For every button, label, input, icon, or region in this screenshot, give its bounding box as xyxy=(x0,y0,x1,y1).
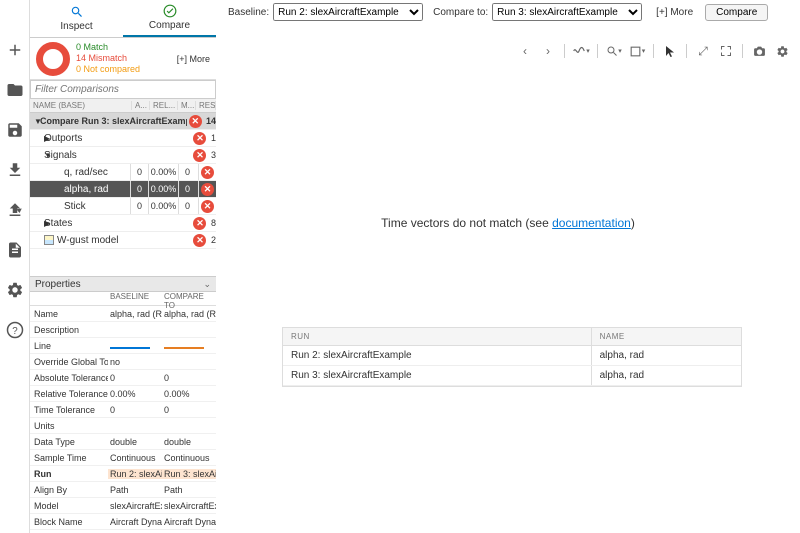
folder-icon[interactable] xyxy=(5,80,25,100)
cursor-icon[interactable] xyxy=(660,41,680,61)
tab-compare[interactable]: Compare xyxy=(123,0,216,37)
property-row: Block NameAircraft DynamAircraft Dynam xyxy=(30,514,216,530)
report-icon[interactable] xyxy=(5,240,25,260)
svg-text:?: ? xyxy=(12,326,18,337)
mismatch-icon: ✕ xyxy=(193,234,206,247)
baseline-label: Baseline: xyxy=(228,7,269,18)
property-row: Line xyxy=(30,338,216,354)
property-row: Sample TimeContinuousContinuous xyxy=(30,450,216,466)
expand-icon[interactable]: ▶ xyxy=(30,236,44,245)
tree-row-states[interactable]: ▶ States ✕8 xyxy=(30,215,216,232)
mismatch-icon: ✕ xyxy=(193,132,206,145)
compareto-label: Compare to: xyxy=(433,7,488,18)
tree-row-stick[interactable]: Stick 0 0.00% 0 ✕ xyxy=(30,198,216,215)
run-table-row[interactable]: Run 3: slexAircraftExample alpha, rad xyxy=(283,366,741,386)
summary-more-link[interactable]: [+] More xyxy=(177,54,210,64)
prev-icon[interactable]: ‹ xyxy=(515,41,535,61)
more-options-link[interactable]: [+] More xyxy=(656,7,693,18)
next-icon[interactable]: › xyxy=(538,41,558,61)
runtbl-col-name: NAME xyxy=(592,328,741,345)
properties-header[interactable]: Properties ⌄ xyxy=(30,276,216,292)
property-row: Description xyxy=(30,322,216,338)
summary-mismatch: 14 Mismatch xyxy=(76,53,140,64)
tree-group-label: Compare Run 3: slexAircraftExample xyxy=(40,116,187,126)
tree-row-alpha[interactable]: alpha, rad 0 0.00% 0 ✕ xyxy=(30,181,216,198)
col-res[interactable]: RES... xyxy=(196,101,216,110)
col-name[interactable]: NAME (BASE) xyxy=(30,101,132,110)
help-icon[interactable]: ? xyxy=(5,320,25,340)
col-abs[interactable]: A... xyxy=(132,101,150,110)
run-table: RUN NAME Run 2: slexAircraftExample alph… xyxy=(282,327,742,387)
compareto-select[interactable]: Run 3: slexAircraftExample xyxy=(492,3,642,21)
property-row: RunRun 2: slexAircRun 3: slexAirc xyxy=(30,466,216,482)
properties-panel: Properties ⌄ BASELINE COMPARE TO Namealp… xyxy=(30,276,216,533)
property-row: Relative Tolerance0.00%0.00% xyxy=(30,386,216,402)
tree-header: NAME (BASE) A... REL... M... RES... xyxy=(30,99,216,113)
col-max[interactable]: M... xyxy=(178,101,196,110)
property-row: Align ByPathPath xyxy=(30,482,216,498)
property-row: Time Tolerance00 xyxy=(30,402,216,418)
property-row: Absolute Tolerance00 xyxy=(30,370,216,386)
settings-icon[interactable] xyxy=(5,280,25,300)
compare-button[interactable]: Compare xyxy=(705,4,768,21)
tab-compare-label: Compare xyxy=(149,20,190,31)
expand-icon[interactable]: ▶ xyxy=(30,134,44,143)
documentation-link[interactable]: documentation xyxy=(552,216,631,230)
collapse-icon[interactable]: ▼ xyxy=(30,117,40,126)
compare-summary: 0 Match 14 Mismatch 0 Not compared [+] M… xyxy=(30,38,216,80)
property-row: Namealpha, rad (Runalpha, rad (Run xyxy=(30,306,216,322)
property-row: ModelslexAircraftExaslexAircraftExa xyxy=(30,498,216,514)
signal-options-icon[interactable]: ▾ xyxy=(571,41,591,61)
mode-tabs: Inspect Compare xyxy=(30,0,216,38)
mismatch-icon: ✕ xyxy=(193,149,206,162)
property-row: Override Global Toleno xyxy=(30,354,216,370)
tab-inspect[interactable]: Inspect xyxy=(30,0,123,37)
import-icon[interactable] xyxy=(5,160,25,180)
check-icon xyxy=(163,4,177,18)
fit-icon[interactable]: ▾ xyxy=(627,41,647,61)
summary-notcompared: 0 Not compared xyxy=(76,64,140,75)
compare-controls: Baseline: Run 2: slexAircraftExample Com… xyxy=(216,0,800,24)
props-col-baseline: BASELINE xyxy=(108,292,162,305)
expand-axes-icon[interactable]: ⤢ xyxy=(693,41,713,61)
mismatch-icon: ✕ xyxy=(189,115,202,128)
property-row: Data Typedoubledouble xyxy=(30,434,216,450)
plot-toolbar: ‹ › ▾ ▾ ▾ ⤢ xyxy=(515,40,792,62)
collapse-icon[interactable]: ▼ xyxy=(30,151,44,160)
runtbl-col-run: RUN xyxy=(283,328,592,345)
baseline-select[interactable]: Run 2: slexAircraftExample xyxy=(273,3,423,21)
tree-row-outports[interactable]: ▶ Outports ✕1 xyxy=(30,130,216,147)
mismatch-icon: ✕ xyxy=(201,200,214,213)
tree-row-wgust[interactable]: ▶ W-gust model ✕2 xyxy=(30,232,216,249)
left-toolbar: ? xyxy=(0,0,30,533)
subsystem-icon xyxy=(44,235,54,245)
tree-row-q[interactable]: q, rad/sec 0 0.00% 0 ✕ xyxy=(30,164,216,181)
tree-row-signals[interactable]: ▼ Signals ✕3 xyxy=(30,147,216,164)
mismatch-icon: ✕ xyxy=(201,183,214,196)
run-table-row[interactable]: Run 2: slexAircraftExample alpha, rad xyxy=(283,346,741,366)
col-rel[interactable]: REL... xyxy=(150,101,178,110)
group-badge: 14 xyxy=(206,116,216,126)
props-col-compareto: COMPARE TO xyxy=(162,292,216,305)
add-icon[interactable] xyxy=(5,40,25,60)
zoom-icon[interactable]: ▾ xyxy=(604,41,624,61)
snapshot-icon[interactable] xyxy=(749,41,769,61)
plot-message: Time vectors do not match (see documenta… xyxy=(216,216,800,230)
summary-donut-icon xyxy=(36,42,70,76)
maximize-icon[interactable] xyxy=(716,41,736,61)
expand-icon[interactable]: ▶ xyxy=(30,219,44,228)
summary-match: 0 Match xyxy=(76,42,140,53)
comparison-tree: ▼ Compare Run 3: slexAircraftExample ✕14… xyxy=(30,113,216,249)
export-icon[interactable] xyxy=(5,200,25,220)
property-row: Units xyxy=(30,418,216,434)
tree-group-row[interactable]: ▼ Compare Run 3: slexAircraftExample ✕ 14 xyxy=(30,113,216,130)
mismatch-icon: ✕ xyxy=(193,217,206,230)
save-icon[interactable] xyxy=(5,120,25,140)
plot-settings-icon[interactable] xyxy=(772,41,792,61)
magnifier-icon xyxy=(70,5,84,19)
mismatch-icon: ✕ xyxy=(201,166,214,179)
tab-inspect-label: Inspect xyxy=(60,21,92,32)
chevron-down-icon[interactable]: ⌄ xyxy=(203,279,211,290)
filter-input[interactable] xyxy=(30,80,216,99)
